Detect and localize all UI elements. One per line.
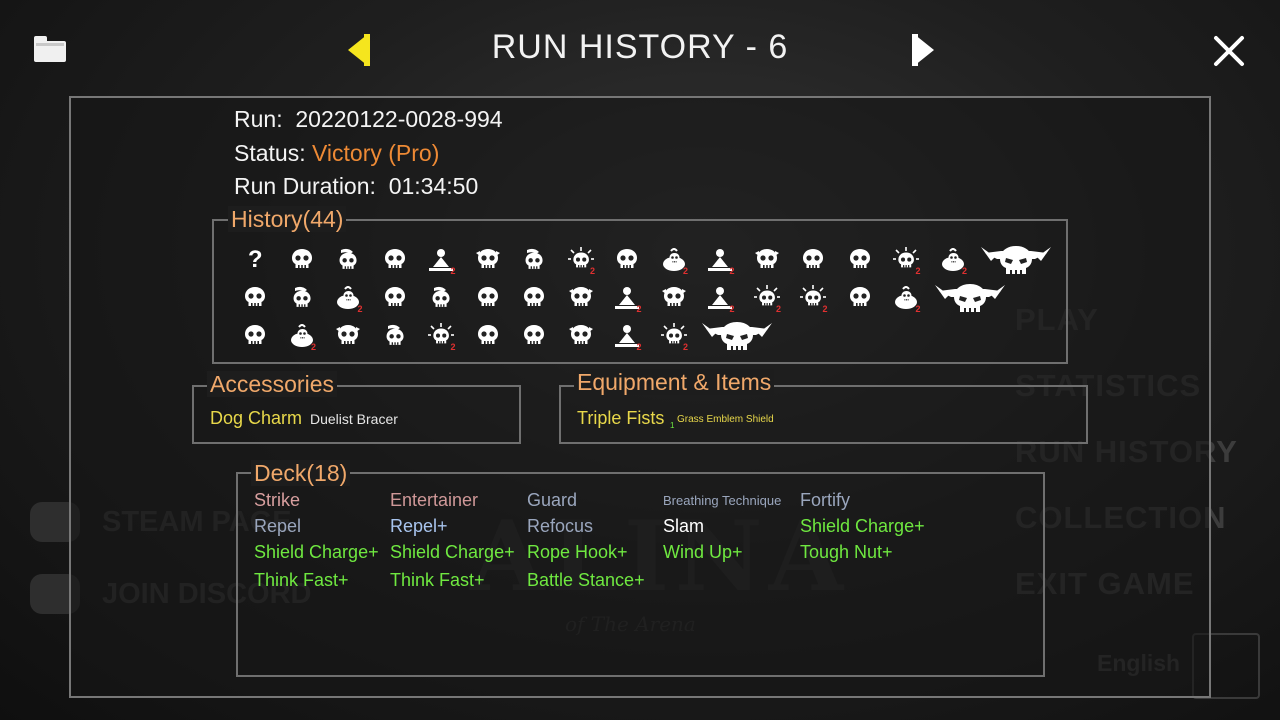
deck-card[interactable]: Guard <box>527 490 577 511</box>
skull-burst-icon[interactable]: 2 <box>883 241 930 279</box>
boss-skull-icon[interactable] <box>930 279 1010 317</box>
previous-arrow-icon[interactable] <box>344 32 372 68</box>
history-row: 2222 <box>232 317 1056 355</box>
skull-meditating-icon[interactable]: 2 <box>604 279 651 317</box>
skull-icon[interactable] <box>465 317 512 355</box>
deck-card[interactable]: Shield Charge+ <box>800 516 925 537</box>
skull-swirl-icon[interactable] <box>325 241 372 279</box>
deck-card[interactable]: Strike <box>254 490 300 511</box>
skull-icon[interactable] <box>511 317 558 355</box>
boss-skull-icon[interactable] <box>697 317 777 355</box>
skull-horned-icon[interactable] <box>744 241 791 279</box>
status-line: Status: Victory (Pro) <box>234 140 439 167</box>
history-row: ? 2 2 2 2 2 2 <box>232 241 1056 279</box>
deck-card[interactable]: Tough Nut+ <box>800 542 893 563</box>
deck-card[interactable]: Fortify <box>800 490 850 511</box>
status-label: Status: <box>234 140 306 166</box>
deck-card[interactable]: Rope Hook+ <box>527 542 628 563</box>
deck-card[interactable]: Breathing Technique <box>663 493 781 508</box>
accessory-item[interactable]: Duelist Bracer <box>310 411 398 427</box>
skull-horned-icon[interactable] <box>651 279 698 317</box>
skull-swirl-icon[interactable] <box>511 241 558 279</box>
skull-icon[interactable] <box>232 279 279 317</box>
skull-icon[interactable] <box>372 279 419 317</box>
equipment-title: Equipment & Items <box>574 369 775 395</box>
equipment-main-item[interactable]: Triple Fists <box>577 408 664 429</box>
skull-burst-icon[interactable]: 2 <box>651 317 698 355</box>
deck-card[interactable]: Think Fast+ <box>390 570 485 591</box>
skull-burst-icon[interactable]: 2 <box>418 317 465 355</box>
status-value: Victory (Pro) <box>312 140 440 166</box>
deck-card[interactable]: Entertainer <box>390 490 478 511</box>
history-icon-grid: ? 2 2 2 2 2 2 2 2 2 2 2 2 2 2 2 2 <box>232 241 1056 355</box>
history-row: 222222 <box>232 279 1056 317</box>
skull-horned-icon[interactable] <box>465 241 512 279</box>
duration-value: 01:34:50 <box>388 173 479 199</box>
deck-card[interactable]: Refocus <box>527 516 593 537</box>
skull-burst-icon[interactable]: 2 <box>744 279 791 317</box>
deck-card[interactable]: Wind Up+ <box>663 542 743 563</box>
skull-pot-icon[interactable]: 2 <box>930 241 977 279</box>
deck-card[interactable]: Battle Stance+ <box>527 570 645 591</box>
next-arrow-icon[interactable] <box>910 32 938 68</box>
skull-icon[interactable] <box>372 241 419 279</box>
skull-meditating-icon[interactable]: 2 <box>418 241 465 279</box>
skull-icon[interactable] <box>837 241 884 279</box>
folder-icon[interactable] <box>34 36 66 62</box>
skull-pot-icon[interactable]: 2 <box>279 317 326 355</box>
duration-line: Run Duration: 01:34:50 <box>234 173 478 200</box>
equipment-count-badge: 1 <box>670 421 675 430</box>
run-id-line: Run: 20220122-0028-994 <box>234 106 503 133</box>
skull-icon[interactable] <box>511 279 558 317</box>
close-icon[interactable] <box>1212 34 1246 68</box>
deck-card[interactable]: Shield Charge+ <box>390 542 515 563</box>
skull-icon[interactable] <box>465 279 512 317</box>
skull-meditating-icon[interactable]: 2 <box>697 279 744 317</box>
deck-card[interactable]: Repel <box>254 516 301 537</box>
skull-horned-icon[interactable] <box>325 317 372 355</box>
equipment-secondary-item[interactable]: Grass Emblem Shield <box>677 414 774 425</box>
boss-skull-icon[interactable] <box>976 241 1056 279</box>
skull-icon[interactable] <box>279 241 326 279</box>
deck-title: Deck(18) <box>251 460 351 486</box>
skull-icon[interactable] <box>604 241 651 279</box>
skull-meditating-icon[interactable]: 2 <box>697 241 744 279</box>
accessory-item[interactable]: Dog Charm <box>210 408 302 429</box>
skull-pot-icon[interactable]: 2 <box>325 279 372 317</box>
skull-horned-icon[interactable] <box>558 317 605 355</box>
history-title: History(44) <box>228 206 347 232</box>
accessories-title: Accessories <box>207 371 337 397</box>
skull-meditating-icon[interactable]: 2 <box>604 317 651 355</box>
skull-burst-icon[interactable]: 2 <box>558 241 605 279</box>
skull-icon[interactable] <box>790 241 837 279</box>
skull-icon[interactable] <box>232 317 279 355</box>
skull-swirl-icon[interactable] <box>279 279 326 317</box>
duration-label: Run Duration: <box>234 173 376 199</box>
deck-card[interactable]: Think Fast+ <box>254 570 349 591</box>
skull-burst-icon[interactable]: 2 <box>790 279 837 317</box>
run-label: Run: <box>234 106 283 132</box>
page-title: RUN HISTORY - 6 <box>491 28 789 66</box>
deck-card[interactable]: Repel+ <box>390 516 448 537</box>
skull-pot-icon[interactable]: 2 <box>651 241 698 279</box>
unknown-icon[interactable]: ? <box>232 241 279 279</box>
deck-card[interactable]: Shield Charge+ <box>254 542 379 563</box>
skull-swirl-icon[interactable] <box>372 317 419 355</box>
deck-card[interactable]: Slam <box>663 516 704 537</box>
run-id-value: 20220122-0028-994 <box>295 106 503 132</box>
skull-pot-icon[interactable]: 2 <box>883 279 930 317</box>
skull-swirl-icon[interactable] <box>418 279 465 317</box>
skull-horned-icon[interactable] <box>558 279 605 317</box>
skull-icon[interactable] <box>837 279 884 317</box>
